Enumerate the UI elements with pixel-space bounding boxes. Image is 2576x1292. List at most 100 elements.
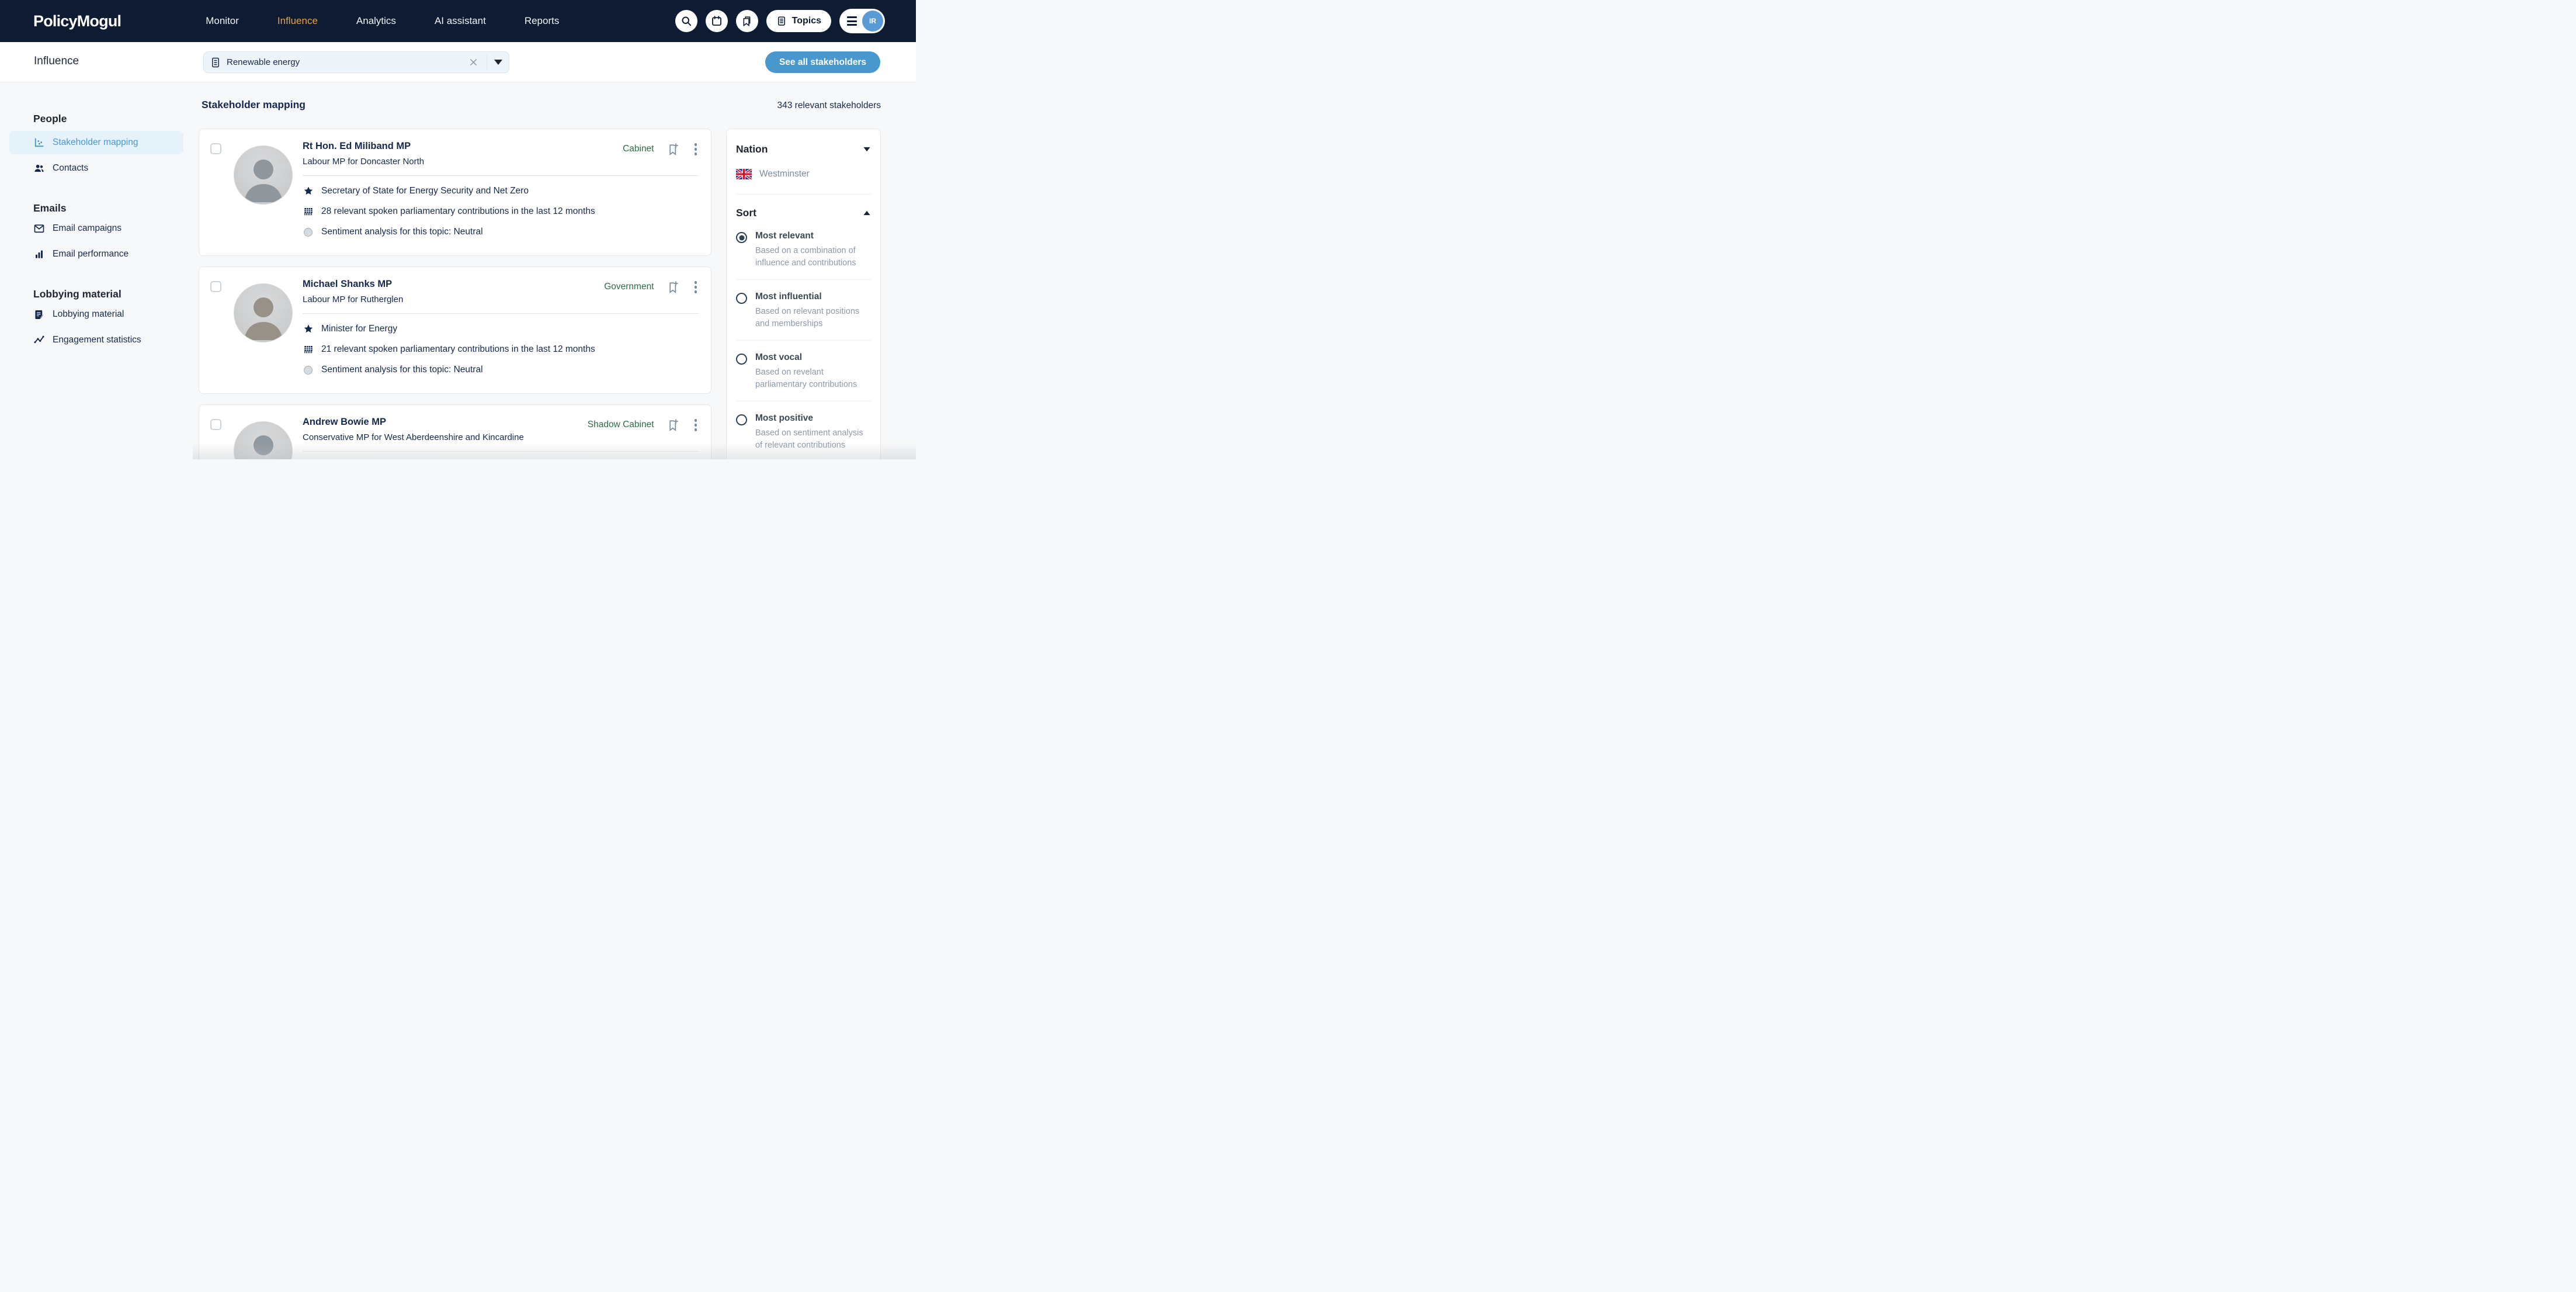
sidebar-item-stakeholder-mapping[interactable]: Stakeholder mapping [9,131,183,154]
content-area: People Stakeholder mapping Contacts Emai… [0,82,916,459]
stakeholder-photo [234,283,293,342]
topics-button-label: Topics [792,16,821,26]
sort-section-header[interactable]: Sort [736,207,871,219]
contributions-text: 21 relevant spoken parliamentary contrib… [321,344,595,355]
stakeholder-photo [234,146,293,205]
parliament-icon [303,206,314,217]
radio-icon[interactable] [736,414,747,425]
nav-item-monitor[interactable]: Monitor [206,15,239,27]
nav-item-influence-label: Influence [277,15,318,26]
select-checkbox[interactable] [210,281,221,292]
bar-chart-icon [33,249,45,259]
sort-option-most-positive[interactable]: Most positive Based on sentiment analysi… [736,413,871,451]
position-badge: Shadow Cabinet [588,420,654,430]
clear-search-icon[interactable] [467,56,480,69]
sort-option-label: Most positive [755,413,813,423]
star-icon [303,324,314,334]
stakeholder-photo [234,421,293,459]
card-divider [303,313,699,314]
stakeholder-card[interactable]: Rt Hon. Ed Miliband MP Labour MP for Don… [199,129,711,256]
topic-dropdown-button[interactable] [487,52,509,72]
primary-nav: Monitor Influence Analytics AI assistant… [206,15,559,27]
more-options-button[interactable] [692,142,700,157]
sidebar: People Stakeholder mapping Contacts Emai… [0,82,193,352]
stakeholder-name[interactable]: Andrew Bowie MP [303,417,588,428]
role-text: Secretary of State for Energy Security a… [321,186,529,196]
stakeholder-name[interactable]: Rt Hon. Ed Miliband MP [303,141,623,152]
nation-heading: Nation [736,143,768,155]
sidebar-item-email-performance[interactable]: Email performance [9,243,183,266]
nav-item-analytics[interactable]: Analytics [356,15,396,27]
account-menu-button[interactable]: IR [839,9,885,33]
stakeholder-subtitle: Labour MP for Rutherglen [303,295,604,304]
envelope-icon [33,223,45,234]
stakeholder-list: Rt Hon. Ed Miliband MP Labour MP for Don… [199,129,711,459]
top-navigation: PolicyMogul Monitor Influence Analytics … [0,0,916,42]
trend-icon [33,334,45,346]
parliament-icon [303,344,314,355]
sidebar-item-contacts[interactable]: Contacts [9,157,183,180]
sidebar-item-label: Lobbying material [53,309,124,320]
stakeholder-details: Michael Shanks MP Labour MP for Ruthergl… [303,277,701,383]
stakeholder-subtitle: Labour MP for Doncaster North [303,157,623,167]
radio-icon[interactable] [736,293,747,304]
sidebar-heading-lobbying: Lobbying material [33,288,193,300]
nav-item-ai-assistant[interactable]: AI assistant [435,15,486,27]
sort-option-description: Based on a combination of influence and … [755,245,871,269]
see-all-stakeholders-button[interactable]: See all stakeholders [765,51,880,73]
sort-option-description: Based on relevant positions and membersh… [755,306,871,330]
calendar-button[interactable] [706,10,728,32]
sidebar-heading-people: People [33,113,193,125]
sort-option-most-vocal[interactable]: Most vocal Based on revelant parliamenta… [736,352,871,390]
stakeholder-name[interactable]: Michael Shanks MP [303,279,604,290]
stakeholder-card[interactable]: Andrew Bowie MP Conservative MP for West… [199,404,711,459]
bookmark-add-button[interactable] [666,418,680,432]
brand-logo[interactable]: PolicyMogul [33,12,121,30]
bookmark-add-button[interactable] [666,143,680,156]
bookmark-icon [741,16,752,27]
user-avatar: IR [862,11,883,32]
more-options-button[interactable] [692,280,700,295]
sort-option-most-relevant[interactable]: Most relevant Based on a combination of … [736,231,871,269]
nav-actions: Topics IR [675,9,885,33]
panel-divider [736,279,871,280]
bookmarks-button[interactable] [736,10,758,32]
sentiment-neutral-icon [303,228,314,237]
sidebar-item-engagement-statistics[interactable]: Engagement statistics [9,328,183,352]
sidebar-item-email-campaigns[interactable]: Email campaigns [9,217,183,240]
topic-search-combo [203,51,509,73]
search-icon [681,15,692,27]
select-checkbox[interactable] [210,143,221,154]
stakeholder-card[interactable]: Michael Shanks MP Labour MP for Ruthergl… [199,266,711,394]
more-options-button[interactable] [692,418,700,432]
radio-icon[interactable] [736,354,747,365]
nav-item-influence[interactable]: Influence [277,15,318,27]
star-icon [303,186,314,196]
chevron-down-icon [863,147,870,151]
contacts-icon [33,162,45,174]
search-button[interactable] [675,10,697,32]
sentiment-neutral-icon [303,366,314,375]
bookmark-add-button[interactable] [666,280,680,294]
sentiment-text: Sentiment analysis for this topic: Neutr… [321,365,483,375]
contributions-text: 28 relevant spoken parliamentary contrib… [321,206,595,217]
topic-search-field[interactable] [204,52,487,72]
position-badge: Government [604,282,654,292]
select-checkbox[interactable] [210,419,221,430]
nation-section-header[interactable]: Nation [736,143,871,155]
sub-header: Influence See all stakeholders [0,42,916,82]
sort-option-label: Most influential [755,292,822,302]
sort-heading: Sort [736,207,756,219]
uk-flag-icon [736,169,752,179]
radio-selected-icon[interactable] [736,232,747,243]
nav-item-reports[interactable]: Reports [525,15,560,27]
sentiment-text: Sentiment analysis for this topic: Neutr… [321,227,483,237]
nation-value-row[interactable]: Westminster [736,169,871,179]
sort-option-most-influential[interactable]: Most influential Based on relevant posit… [736,292,871,330]
page-title: Influence [34,55,79,68]
panel-divider [736,194,871,195]
topics-button[interactable]: Topics [766,10,831,32]
topic-search-input[interactable] [227,57,460,67]
card-divider [303,175,699,176]
sidebar-item-lobbying-material[interactable]: Lobbying material [9,303,183,326]
